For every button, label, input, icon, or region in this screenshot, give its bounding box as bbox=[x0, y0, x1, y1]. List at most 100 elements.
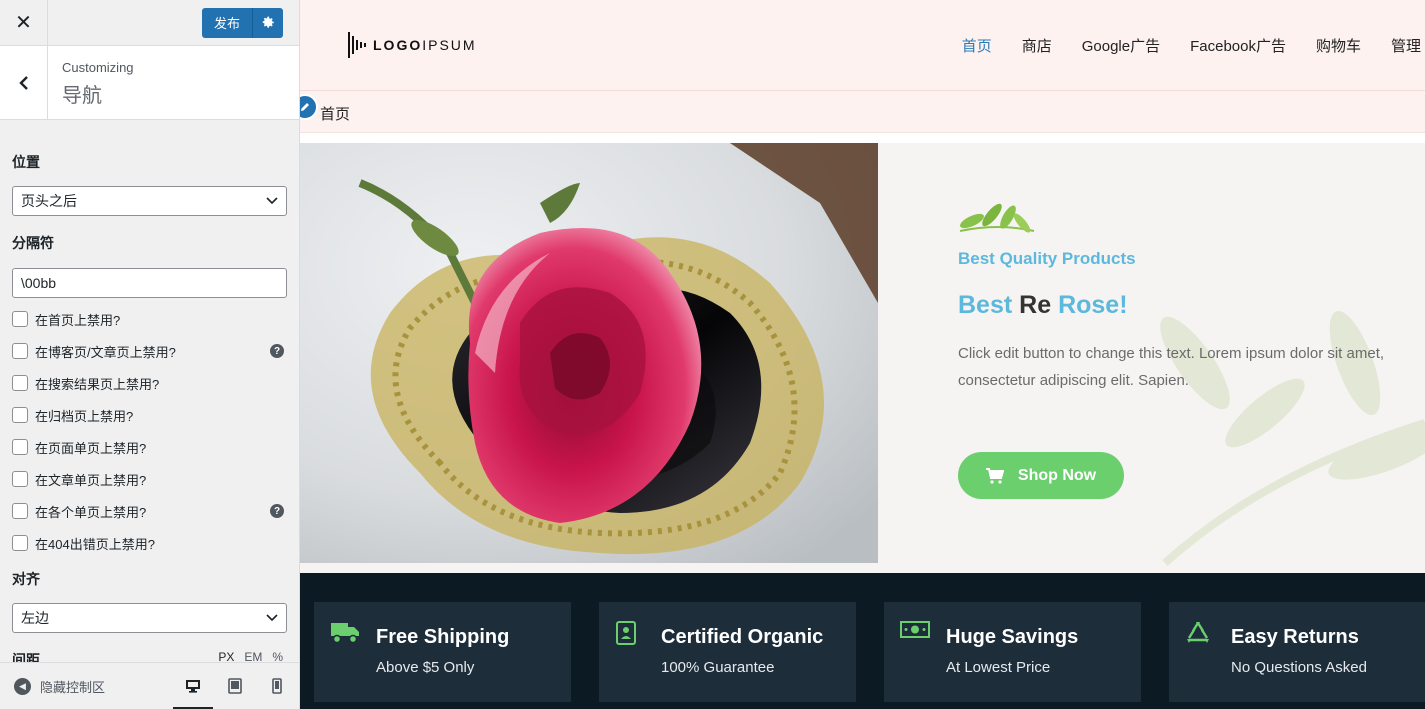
checkbox-row[interactable]: 在文章单页上禁用? bbox=[12, 463, 287, 495]
position-select[interactable]: 页头之后 bbox=[12, 186, 287, 216]
pencil-icon bbox=[301, 103, 309, 111]
checkbox-row[interactable]: 在归档页上禁用? bbox=[12, 399, 287, 431]
nav-item-cart[interactable]: 购物车 bbox=[1316, 35, 1361, 56]
alignment-label: 对齐 bbox=[12, 571, 40, 587]
checkbox-label: 在归档页上禁用? bbox=[35, 408, 134, 424]
checkbox-label: 在页面单页上禁用? bbox=[35, 440, 147, 456]
close-customizer-button[interactable]: ✕ bbox=[0, 0, 48, 46]
site-header: LOGOIPSUM 首页 商店 Google广告 Facebook广告 购物车 … bbox=[300, 0, 1425, 90]
checkbox[interactable] bbox=[12, 535, 28, 551]
hero-section: Best Quality Products Best Re Rose! Clic… bbox=[300, 143, 1425, 573]
help-icon[interactable]: ? bbox=[270, 344, 284, 358]
feature-card: Huge Savings At Lowest Price bbox=[884, 602, 1141, 702]
feature-card: Certified Organic 100% Guarantee bbox=[599, 602, 856, 702]
shop-now-label: Shop Now bbox=[1017, 466, 1097, 484]
device-mobile-button[interactable] bbox=[256, 663, 298, 709]
nav-item-admin[interactable]: 管理 bbox=[1391, 35, 1421, 56]
checkbox-label: 在404出错页上禁用? bbox=[35, 536, 155, 552]
help-icon[interactable]: ? bbox=[270, 504, 284, 518]
site-logo[interactable]: LOGOIPSUM bbox=[347, 30, 477, 60]
publish-group: 发布 bbox=[201, 7, 283, 38]
alignment-select-value: 左边 bbox=[21, 610, 49, 626]
checkbox[interactable] bbox=[12, 407, 28, 423]
shop-now-button[interactable]: Shop Now bbox=[958, 452, 1124, 499]
feature-title: Easy Returns bbox=[1231, 626, 1359, 648]
hero-title: Best Re Rose! bbox=[958, 291, 1128, 319]
alignment-select[interactable]: 左边 bbox=[12, 603, 287, 633]
customizer-sidebar: ✕ 发布 Customizing 导航 位置 页头之后 分隔符 \00bb 在首… bbox=[0, 0, 300, 709]
checkbox-label: 在各个单页上禁用? bbox=[35, 504, 147, 520]
chevron-down-icon bbox=[266, 197, 278, 205]
nav-item-shop[interactable]: 商店 bbox=[1022, 35, 1052, 56]
checkbox-row[interactable]: 在页面单页上禁用? bbox=[12, 431, 287, 463]
position-select-value: 页头之后 bbox=[21, 193, 77, 209]
chevron-left-icon bbox=[18, 76, 28, 90]
hide-controls-button[interactable]: ◀ 隐藏控制区 bbox=[0, 677, 172, 696]
checkbox[interactable] bbox=[12, 439, 28, 455]
feature-card: Free Shipping Above $5 Only bbox=[314, 602, 571, 702]
customizer-topbar: ✕ 发布 bbox=[0, 0, 299, 46]
publish-button[interactable]: 发布 bbox=[201, 7, 253, 38]
disable-options: 在首页上禁用? 在博客页/文章页上禁用? ? 在搜索结果页上禁用? 在归档页上禁… bbox=[12, 303, 287, 559]
checkbox[interactable] bbox=[12, 343, 28, 359]
mobile-icon bbox=[272, 678, 282, 694]
device-tablet-button[interactable] bbox=[214, 663, 256, 709]
section-title: 导航 bbox=[62, 85, 102, 107]
nav-item-google-ads[interactable]: Google广告 bbox=[1082, 35, 1160, 56]
hero-rose-image bbox=[300, 143, 878, 563]
feature-title: Certified Organic bbox=[661, 626, 824, 648]
checkbox-row[interactable]: 在404出错页上禁用? bbox=[12, 527, 287, 559]
gear-icon bbox=[262, 16, 274, 28]
desktop-icon bbox=[186, 680, 200, 693]
feature-card: Easy Returns No Questions Asked bbox=[1169, 602, 1425, 702]
device-desktop-button[interactable] bbox=[172, 663, 214, 709]
hero-kicker: Best Quality Products bbox=[958, 249, 1136, 268]
section-header: Customizing 导航 bbox=[0, 46, 299, 120]
truck-icon bbox=[331, 623, 359, 644]
publish-settings-button[interactable] bbox=[253, 7, 283, 38]
hide-controls-label: 隐藏控制区 bbox=[40, 679, 106, 695]
certificate-icon bbox=[616, 621, 636, 645]
section-kicker: Customizing bbox=[62, 60, 134, 75]
checkbox-label: 在文章单页上禁用? bbox=[35, 472, 147, 488]
feature-subtitle: At Lowest Price bbox=[946, 659, 1051, 676]
feature-subtitle: Above $5 Only bbox=[376, 659, 475, 676]
section-titles: Customizing 导航 bbox=[48, 46, 134, 119]
hero-content: Best Quality Products Best Re Rose! Clic… bbox=[958, 201, 1398, 394]
checkbox-label: 在搜索结果页上禁用? bbox=[35, 376, 160, 392]
checkbox[interactable] bbox=[12, 471, 28, 487]
checkbox-row[interactable]: 在各个单页上禁用? ? bbox=[12, 495, 287, 527]
feature-subtitle: 100% Guarantee bbox=[661, 659, 775, 676]
checkbox-row[interactable]: 在搜索结果页上禁用? bbox=[12, 367, 287, 399]
separator-input[interactable]: \00bb bbox=[12, 268, 287, 298]
main-nav: 首页 商店 Google广告 Facebook广告 购物车 管理 bbox=[962, 0, 1425, 90]
rose-photo-icon bbox=[300, 143, 878, 563]
feature-title: Huge Savings bbox=[946, 626, 1079, 648]
feature-subtitle: No Questions Asked bbox=[1231, 659, 1367, 676]
breadcrumb[interactable]: 首页 bbox=[320, 103, 350, 124]
site-preview: LOGOIPSUM 首页 商店 Google广告 Facebook广告 购物车 … bbox=[300, 0, 1425, 709]
checkbox-row[interactable]: 在博客页/文章页上禁用? ? bbox=[12, 335, 287, 367]
hero-description: Click edit button to change this text. L… bbox=[958, 345, 1385, 389]
customizer-footer: ◀ 隐藏控制区 bbox=[0, 662, 299, 709]
checkbox-label: 在首页上禁用? bbox=[35, 312, 121, 328]
collapse-icon: ◀ bbox=[14, 677, 31, 695]
position-label: 位置 bbox=[12, 154, 40, 170]
chevron-down-icon bbox=[266, 614, 278, 622]
checkbox-row[interactable]: 在首页上禁用? bbox=[12, 303, 287, 335]
tablet-icon bbox=[228, 678, 242, 694]
feature-title: Free Shipping bbox=[376, 626, 510, 648]
close-icon: ✕ bbox=[15, 12, 32, 34]
checkbox-label: 在博客页/文章页上禁用? bbox=[35, 344, 176, 360]
breadcrumb-bar: 首页 bbox=[300, 90, 1425, 133]
checkbox[interactable] bbox=[12, 311, 28, 327]
checkbox[interactable] bbox=[12, 375, 28, 391]
separator-label: 分隔符 bbox=[12, 235, 54, 251]
separator-input-value: \00bb bbox=[21, 275, 57, 291]
checkbox[interactable] bbox=[12, 503, 28, 519]
back-button[interactable] bbox=[0, 46, 48, 120]
nav-item-home[interactable]: 首页 bbox=[962, 35, 992, 56]
recycle-icon bbox=[1187, 622, 1209, 643]
nav-item-facebook-ads[interactable]: Facebook广告 bbox=[1190, 35, 1286, 56]
edit-shortcut-button[interactable] bbox=[300, 94, 318, 120]
